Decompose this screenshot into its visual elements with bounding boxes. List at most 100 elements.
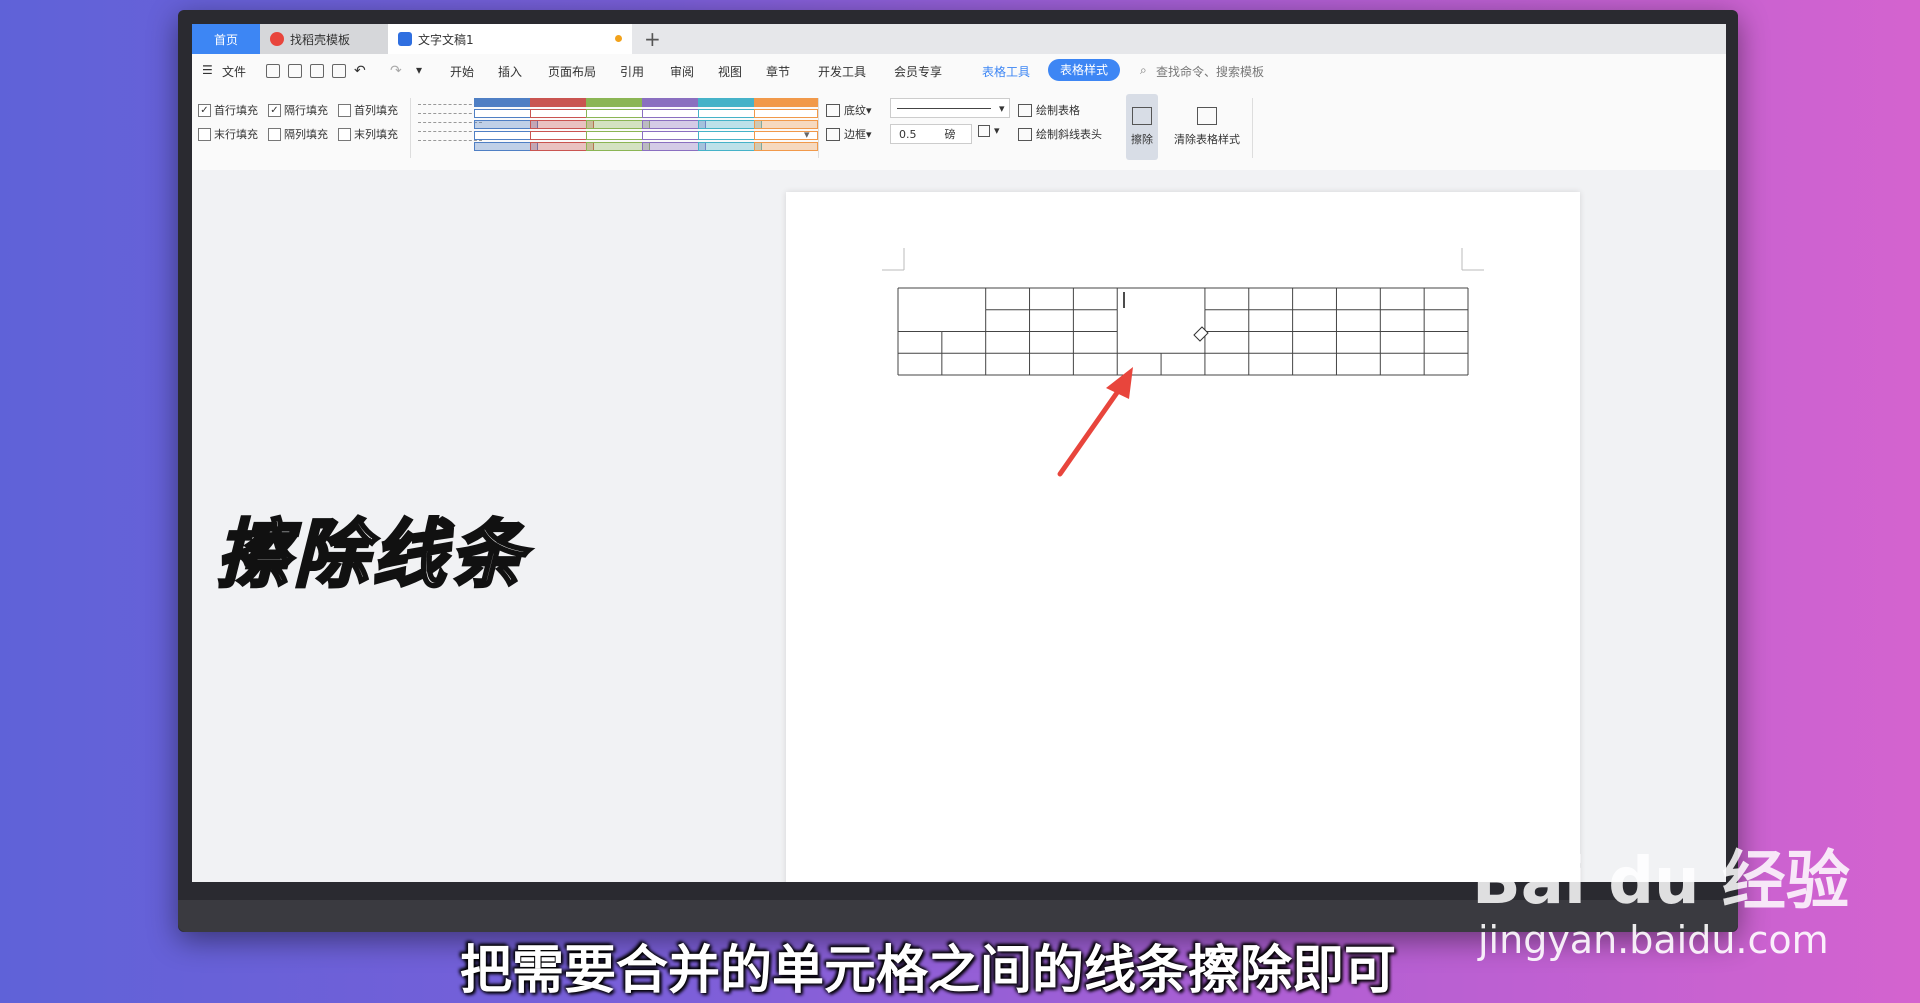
divider <box>410 98 411 158</box>
undo-icon[interactable]: ↶ <box>354 63 366 79</box>
swatch-row <box>642 131 706 140</box>
checkbox-label: 隔行填充 <box>284 104 328 117</box>
swatch-row <box>586 120 650 129</box>
checkbox-label: 末列填充 <box>354 128 398 141</box>
table-style-swatch[interactable] <box>474 98 538 151</box>
new-tab-button[interactable]: + <box>644 27 661 51</box>
command-search[interactable]: 查找命令、搜索模板 <box>1156 63 1264 80</box>
menu-reference[interactable]: 引用 <box>620 63 644 80</box>
draw-table-icon <box>1018 103 1032 117</box>
ribbon-table-style: ✓ 首行填充 ✓ 隔行填充 首列填充 末行填充 隔列填充 末列填充 ▾ 底纹 ▾ 边框… <box>192 88 1726 171</box>
swatch-row <box>530 109 594 118</box>
pen-color-button[interactable]: ▾ <box>978 124 1000 137</box>
table-style-swatch[interactable] <box>530 98 594 151</box>
watermark-url: jingyan.baidu.com <box>1478 918 1829 962</box>
print-icon[interactable] <box>310 64 324 78</box>
menu-table-style[interactable]: 表格样式 <box>1048 59 1121 81</box>
menu-file[interactable]: 文件 <box>222 63 246 80</box>
overlay-title: 擦除线条 <box>215 511 528 600</box>
border-label: 边框 <box>844 128 866 141</box>
menu-review[interactable]: 审阅 <box>670 63 694 80</box>
clear-table-style-button[interactable]: 清除表格样式 <box>1170 94 1244 160</box>
checkbox-box <box>338 103 351 117</box>
eraser-cursor-icon <box>1193 326 1209 342</box>
erase-button[interactable]: 擦除 <box>1126 94 1158 160</box>
line-style-preview <box>897 107 991 109</box>
swatch-row <box>754 109 818 118</box>
checkbox-label: 首行填充 <box>214 104 258 117</box>
draw-table-button[interactable]: 绘制表格 <box>1018 102 1080 118</box>
swatch-row <box>418 134 482 141</box>
tab-document[interactable]: 文字文稿1 <box>388 24 632 54</box>
tab-document-label: 文字文稿1 <box>418 32 474 47</box>
swatch-row <box>642 98 706 107</box>
border-button[interactable]: 边框 ▾ <box>826 126 872 142</box>
line-width-unit: 磅 <box>944 128 956 141</box>
clear-style-label: 清除表格样式 <box>1174 133 1240 146</box>
preview-icon[interactable] <box>332 64 346 78</box>
checkbox-last-col[interactable]: 末列填充 <box>338 126 398 142</box>
word-table[interactable] <box>897 287 1469 376</box>
swatch-row <box>698 109 762 118</box>
tab-template-label: 找稻壳模板 <box>290 32 351 47</box>
draw-diagonal-button[interactable]: 绘制斜线表头 <box>1018 126 1102 142</box>
redo-icon[interactable]: ↷ <box>390 63 402 79</box>
swatch-row <box>642 109 706 118</box>
document-page[interactable] <box>786 192 1580 882</box>
swatch-row <box>586 142 650 151</box>
menu-start[interactable]: 开始 <box>450 63 474 80</box>
menu-bar: ☰ 文件 ↶ ↷ ▾ 开始 插入 页面布局 引用 审阅 视图 章节 开发工具 会… <box>192 54 1726 89</box>
menu-insert[interactable]: 插入 <box>498 63 522 80</box>
divider <box>1252 98 1253 158</box>
swatch-row <box>418 116 482 123</box>
menu-layout[interactable]: 页面布局 <box>548 63 596 80</box>
shading-button[interactable]: 底纹 ▾ <box>826 102 872 118</box>
table-style-swatch[interactable] <box>698 98 762 151</box>
more-chevron-icon[interactable]: ▾ <box>416 63 422 77</box>
menu-table-tools[interactable]: 表格工具 <box>982 63 1030 80</box>
tab-bar: 首页 找稻壳模板 文字文稿1 + <box>192 24 1726 54</box>
table-style-swatch[interactable] <box>418 98 482 144</box>
swatch-row <box>474 109 538 118</box>
checkbox-first-col[interactable]: 首列填充 <box>338 102 398 118</box>
export-icon[interactable] <box>288 64 302 78</box>
hamburger-icon[interactable]: ☰ <box>202 63 213 77</box>
checkbox-last-row[interactable]: 末行填充 <box>198 126 258 142</box>
paint-bucket-icon <box>826 103 840 117</box>
swatch-row <box>474 131 538 140</box>
checkbox-first-row[interactable]: ✓ 首行填充 <box>198 102 258 118</box>
swatch-row <box>586 109 650 118</box>
menu-vip[interactable]: 会员专享 <box>894 63 942 80</box>
swatch-row <box>642 142 706 151</box>
line-style-select[interactable]: ▾ <box>890 98 1010 118</box>
watermark-brand: Bai du 经验 <box>1472 845 1850 919</box>
draw-table-label: 绘制表格 <box>1036 104 1080 117</box>
table-canvas <box>882 248 1484 477</box>
menu-view[interactable]: 视图 <box>718 63 742 80</box>
menu-devtools[interactable]: 开发工具 <box>818 63 866 80</box>
check-icon: ✓ <box>198 103 211 117</box>
checkbox-banded-rows[interactable]: ✓ 隔行填充 <box>268 102 328 118</box>
table-style-swatch[interactable] <box>586 98 650 151</box>
swatch-row <box>474 98 538 107</box>
line-width-select[interactable]: 0.5 磅 <box>890 124 972 144</box>
docer-icon <box>270 32 284 46</box>
tab-template[interactable]: 找稻壳模板 <box>260 24 388 54</box>
check-icon: ✓ <box>268 103 281 117</box>
chevron-down-icon: ▾ <box>999 101 1005 115</box>
checkbox-banded-cols[interactable]: 隔列填充 <box>268 126 328 142</box>
swatch-row <box>698 98 762 107</box>
checkbox-box <box>338 127 351 141</box>
gallery-more-icon[interactable]: ▾ <box>804 128 810 141</box>
word-doc-icon <box>398 32 412 46</box>
menu-chapter[interactable]: 章节 <box>766 63 790 80</box>
checkbox-box <box>268 127 281 141</box>
swatch-row <box>418 107 482 114</box>
swatch-row <box>530 142 594 151</box>
table-style-swatch[interactable] <box>642 98 706 151</box>
swatch-row <box>474 120 538 129</box>
tab-home[interactable]: 首页 <box>192 24 260 54</box>
save-icon[interactable] <box>266 64 280 78</box>
line-width-value: 0.5 <box>899 127 917 141</box>
eraser-icon <box>1132 107 1152 125</box>
